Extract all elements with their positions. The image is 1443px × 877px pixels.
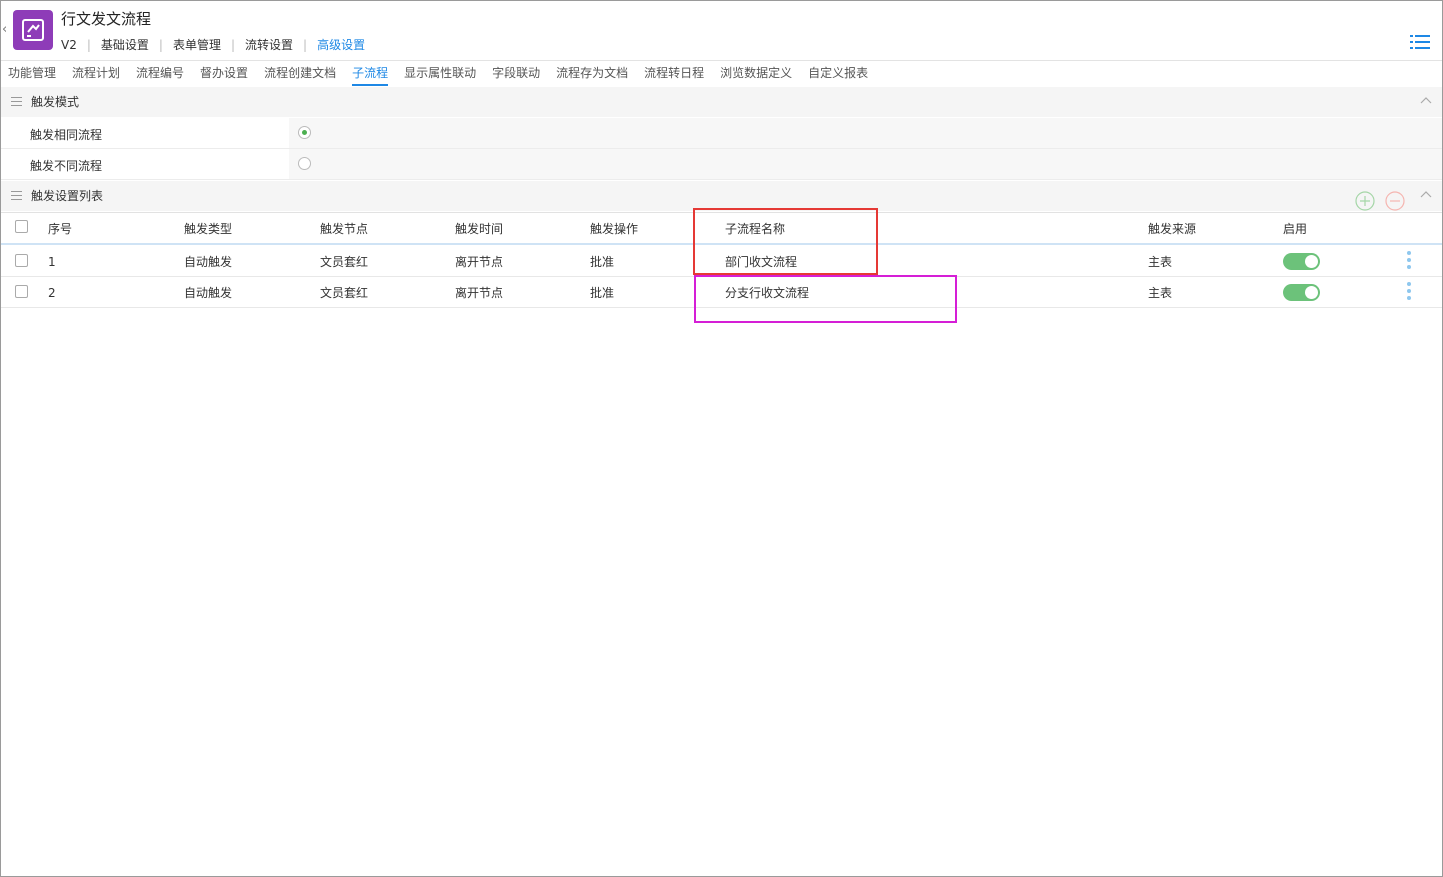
table-header: 序号 触发类型 触发节点 触发时间 触发操作 子流程名称 触发来源 启用 xyxy=(1,212,1442,245)
nav-form-management[interactable]: 表单管理 xyxy=(173,36,221,54)
trigger-different-flow-radio[interactable] xyxy=(298,157,311,170)
cell-type: 自动触发 xyxy=(184,286,233,300)
column-header-source[interactable]: 触发来源 xyxy=(1148,222,1196,236)
cell-index: 2 xyxy=(48,286,56,300)
trigger-option-row: 触发相同流程 xyxy=(1,118,1442,149)
cell-subflow: 分支行收文流程 xyxy=(725,286,810,300)
select-all-checkbox[interactable] xyxy=(15,220,28,233)
workflow-app-icon xyxy=(13,10,53,50)
row-checkbox[interactable] xyxy=(15,254,28,267)
tab-subflow[interactable]: 子流程 xyxy=(352,64,389,86)
trigger-option-label: 触发不同流程 xyxy=(30,159,103,173)
column-header-enabled[interactable]: 启用 xyxy=(1283,222,1307,236)
tab-custom-report[interactable]: 自定义报表 xyxy=(808,64,868,86)
section-title: 触发模式 xyxy=(31,95,80,109)
trigger-list-section-header: 触发设置列表 xyxy=(1,181,1442,211)
cell-operation: 批准 xyxy=(590,255,615,269)
tab-display-attribute-linkage[interactable]: 显示属性联动 xyxy=(404,64,476,86)
tab-supervision-settings[interactable]: 督办设置 xyxy=(200,64,248,86)
cell-time: 离开节点 xyxy=(455,286,504,300)
tab-flow-plan[interactable]: 流程计划 xyxy=(72,64,120,86)
cell-source: 主表 xyxy=(1148,255,1173,269)
cell-node: 文员套红 xyxy=(320,255,369,269)
enabled-toggle[interactable] xyxy=(1283,253,1320,270)
trigger-option-label: 触发相同流程 xyxy=(30,128,103,142)
header-divider xyxy=(1,60,1442,61)
header-nav: V2 | 基础设置 | 表单管理 | 流转设置 | 高级设置 xyxy=(61,36,366,54)
cell-source: 主表 xyxy=(1148,286,1173,300)
tab-flow-create-document[interactable]: 流程创建文档 xyxy=(264,64,336,86)
cell-index: 1 xyxy=(48,255,56,269)
chevron-up-icon[interactable] xyxy=(1420,189,1432,201)
add-row-icon[interactable] xyxy=(1355,191,1375,211)
cell-subflow: 部门收文流程 xyxy=(725,255,798,269)
column-header-index[interactable]: 序号 xyxy=(48,222,72,236)
trigger-mode-section-header: 触发模式 xyxy=(1,87,1442,117)
list-menu-icon[interactable] xyxy=(1410,34,1430,50)
cell-node: 文员套红 xyxy=(320,286,369,300)
enabled-toggle[interactable] xyxy=(1283,284,1320,301)
tab-bar: 功能管理 流程计划 流程编号 督办设置 流程创建文档 子流程 显示属性联动 字段… xyxy=(8,64,884,86)
column-header-operation[interactable]: 触发操作 xyxy=(590,222,638,236)
version-label: V2 xyxy=(61,38,77,52)
nav-flow-settings[interactable]: 流转设置 xyxy=(245,36,293,54)
drag-handle-icon xyxy=(11,97,22,106)
column-header-time[interactable]: 触发时间 xyxy=(455,222,503,236)
trigger-same-flow-radio[interactable] xyxy=(298,126,311,139)
table-row[interactable]: 1 自动触发 文员套红 离开节点 批准 部门收文流程 主表 xyxy=(1,246,1442,277)
tab-function-management[interactable]: 功能管理 xyxy=(8,64,56,86)
nav-basic-settings[interactable]: 基础设置 xyxy=(101,36,149,54)
tab-browse-data-definition[interactable]: 浏览数据定义 xyxy=(720,64,792,86)
remove-row-icon[interactable] xyxy=(1385,191,1405,211)
table-row[interactable]: 2 自动触发 文员套红 离开节点 批准 分支行收文流程 主表 xyxy=(1,277,1442,308)
tab-save-flow-as-document[interactable]: 流程存为文档 xyxy=(556,64,628,86)
column-header-node[interactable]: 触发节点 xyxy=(320,222,368,236)
cell-operation: 批准 xyxy=(590,286,615,300)
drag-handle-icon xyxy=(11,191,22,200)
cell-time: 离开节点 xyxy=(455,255,504,269)
row-more-icon[interactable] xyxy=(1406,251,1412,273)
cell-type: 自动触发 xyxy=(184,255,233,269)
trigger-option-row: 触发不同流程 xyxy=(1,149,1442,180)
back-arrow-icon[interactable]: ‹ xyxy=(2,22,11,38)
nav-advanced-settings[interactable]: 高级设置 xyxy=(317,36,365,54)
column-header-subflow[interactable]: 子流程名称 xyxy=(725,222,785,236)
tab-field-linkage[interactable]: 字段联动 xyxy=(492,64,540,86)
row-more-icon[interactable] xyxy=(1406,282,1412,304)
page-title: 行文发文流程 xyxy=(61,10,152,28)
tab-flow-numbering[interactable]: 流程编号 xyxy=(136,64,184,86)
chevron-up-icon[interactable] xyxy=(1420,95,1432,107)
column-header-type[interactable]: 触发类型 xyxy=(184,222,232,236)
row-checkbox[interactable] xyxy=(15,285,28,298)
tab-flow-to-schedule[interactable]: 流程转日程 xyxy=(644,64,704,86)
section-title: 触发设置列表 xyxy=(31,189,104,203)
